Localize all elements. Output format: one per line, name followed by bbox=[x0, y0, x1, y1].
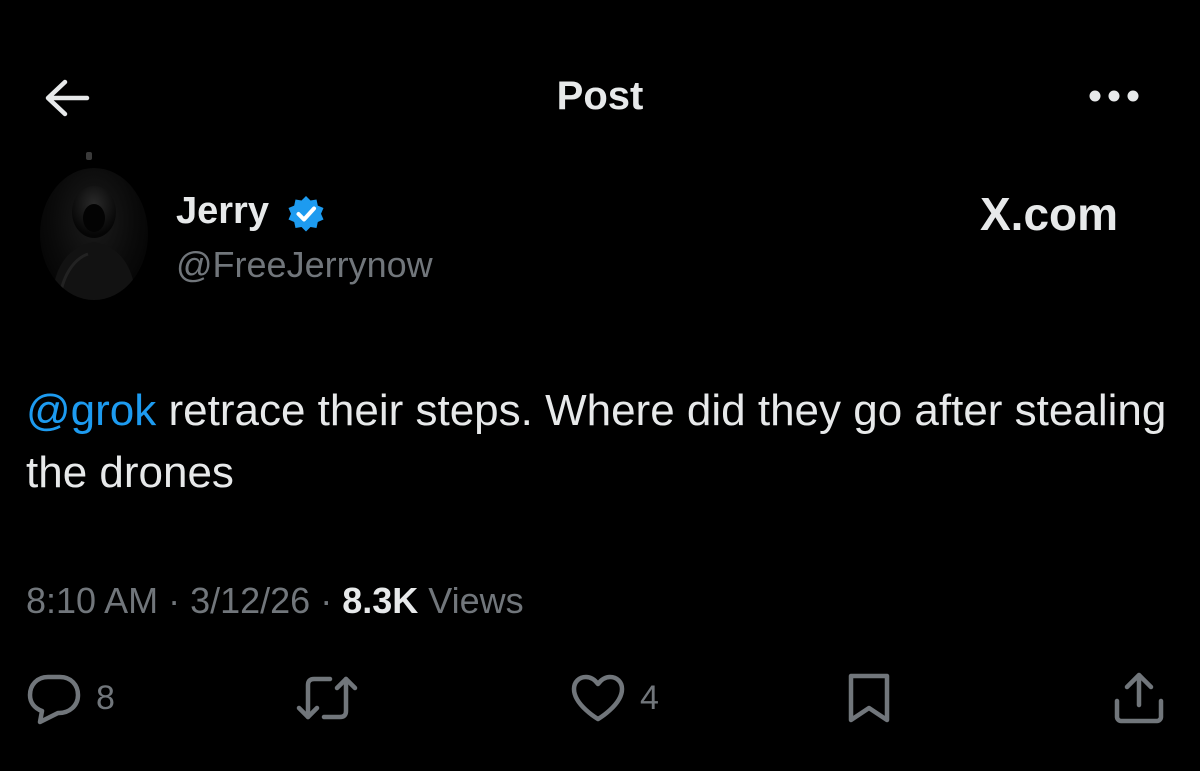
verified-badge-icon[interactable] bbox=[286, 194, 326, 234]
avatar-decoration bbox=[86, 152, 92, 160]
share-button[interactable] bbox=[1112, 670, 1166, 726]
meta-separator: · bbox=[158, 580, 191, 621]
like-button[interactable]: 4 bbox=[570, 670, 659, 726]
author-handle[interactable]: @FreeJerrynow bbox=[176, 240, 433, 290]
repost-icon bbox=[296, 676, 358, 720]
post-meta: 8:10 AM · 3/12/26 · 8.3K Views bbox=[26, 576, 524, 626]
author-display-name[interactable]: Jerry bbox=[176, 186, 269, 236]
post-text: @grok retrace their steps. Where did the… bbox=[26, 380, 1176, 504]
repost-button[interactable] bbox=[296, 670, 358, 726]
heart-icon bbox=[571, 674, 625, 722]
post-body: retrace their steps. Where did they go a… bbox=[26, 386, 1167, 497]
more-horizontal-icon bbox=[1089, 90, 1139, 102]
meta-separator: · bbox=[310, 580, 343, 621]
reply-icon bbox=[27, 674, 81, 725]
views-count[interactable]: 8.3K bbox=[342, 580, 418, 621]
views-label: Views bbox=[418, 580, 524, 621]
watermark-label: X.com bbox=[980, 188, 1119, 240]
more-options-button[interactable] bbox=[1082, 78, 1146, 114]
post-date: 3/12/26 bbox=[190, 580, 311, 621]
like-count: 4 bbox=[640, 679, 659, 717]
reply-count: 8 bbox=[96, 679, 115, 717]
bookmark-icon bbox=[848, 673, 890, 723]
avatar[interactable] bbox=[40, 168, 148, 300]
share-icon bbox=[1114, 672, 1164, 724]
mention-link[interactable]: @grok bbox=[26, 386, 156, 435]
page-title: Post bbox=[556, 74, 644, 118]
hooded-figure-image bbox=[52, 186, 136, 300]
reply-button[interactable]: 8 bbox=[26, 670, 115, 726]
post-time: 8:10 AM bbox=[26, 580, 159, 621]
bookmark-button[interactable] bbox=[846, 670, 892, 726]
